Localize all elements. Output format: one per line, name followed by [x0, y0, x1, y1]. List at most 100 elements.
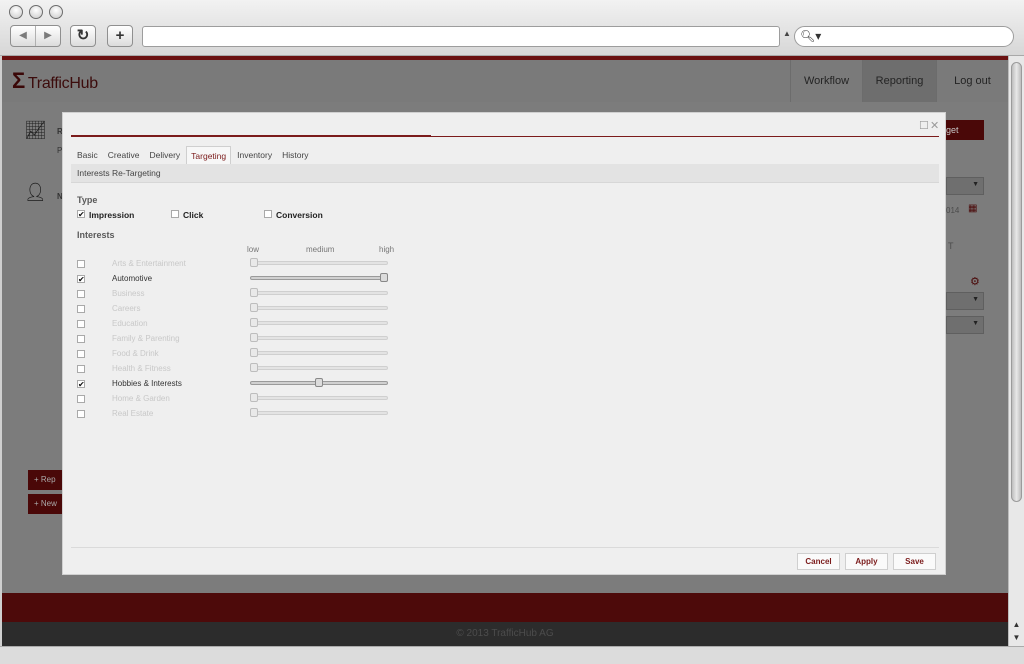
interest-label: Food & Drink [112, 349, 159, 358]
calendar-icon[interactable]: ▦ [968, 203, 977, 214]
tab-basic[interactable]: Basic [73, 146, 102, 164]
nav-reporting[interactable]: Reporting [862, 60, 936, 102]
interest-checkbox[interactable] [77, 260, 85, 268]
slider-handle[interactable] [250, 258, 258, 267]
bg-select-3[interactable]: ▼ [946, 316, 984, 334]
reload-icon[interactable]: ↻ [70, 25, 96, 47]
interest-checkbox[interactable] [77, 410, 85, 418]
interest-level-slider[interactable] [250, 336, 388, 340]
interest-checkbox[interactable] [77, 305, 85, 313]
search-icon: 🔍︎▾ [800, 29, 822, 43]
interest-label: Health & Fitness [112, 364, 171, 373]
window-close-dot[interactable] [9, 5, 23, 19]
cancel-button[interactable]: Cancel [797, 553, 840, 570]
interest-level-slider[interactable] [250, 276, 388, 280]
interest-label: Education [112, 319, 148, 328]
tab-targeting[interactable]: Targeting [186, 146, 232, 164]
interest-level-slider[interactable] [250, 351, 388, 355]
interest-level-slider[interactable] [250, 396, 388, 400]
interest-label: Business [112, 289, 145, 298]
slider-handle[interactable] [380, 273, 388, 282]
impression-checkbox[interactable]: ✔ [77, 210, 85, 219]
slider-handle[interactable] [250, 348, 258, 357]
chart-icon: 📈︎ [24, 120, 47, 140]
scrollbar-thumb[interactable] [1011, 62, 1022, 502]
bg-select-2[interactable]: ▼ [946, 292, 984, 310]
interest-checkbox[interactable]: ✔ [77, 275, 85, 284]
click-label: Click [183, 210, 204, 220]
footer-copyright: © 2013 TrafficHub AG [2, 622, 1008, 646]
slider-handle[interactable] [250, 303, 258, 312]
interest-checkbox[interactable] [77, 395, 85, 403]
interest-level-slider[interactable] [250, 411, 388, 415]
window-bottom-bar [0, 646, 1024, 664]
interest-level-slider[interactable] [250, 306, 388, 310]
interest-label: Family & Parenting [112, 334, 180, 343]
slider-handle[interactable] [250, 393, 258, 402]
bg-add-new-button[interactable]: + New [28, 494, 64, 514]
nav-workflow[interactable]: Workflow [790, 60, 862, 102]
bg-date-value: 014 [946, 206, 960, 215]
slider-handle[interactable] [250, 288, 258, 297]
app-logo[interactable]: Σ TrafficHub [12, 68, 98, 94]
url-input[interactable] [142, 26, 780, 47]
slider-handle[interactable] [250, 363, 258, 372]
url-dropdown-icon[interactable]: ▲ [783, 29, 791, 38]
interest-checkbox[interactable] [77, 350, 85, 358]
maximize-icon[interactable]: ☐ [919, 119, 929, 132]
window-zoom-dot[interactable] [49, 5, 63, 19]
window-minimize-dot[interactable] [29, 5, 43, 19]
history-nav: ◀ ▶ [10, 25, 61, 47]
interest-label: Careers [112, 304, 141, 313]
interest-level-slider[interactable] [250, 321, 388, 325]
scale-high-label: high [379, 245, 395, 254]
tab-history[interactable]: History [278, 146, 312, 164]
interest-level-slider[interactable] [250, 261, 388, 265]
slider-handle[interactable] [315, 378, 323, 387]
click-checkbox[interactable] [171, 210, 179, 218]
check-icon: ✔ [78, 210, 85, 219]
browser-search-input[interactable]: 🔍︎▾ [794, 26, 1014, 47]
interest-level-slider[interactable] [250, 291, 388, 295]
gear-icon[interactable]: ⚙ [970, 275, 980, 288]
interest-checkbox[interactable] [77, 335, 85, 343]
interest-checkbox[interactable] [77, 320, 85, 328]
scroll-up-icon[interactable]: ▲ [1009, 618, 1024, 632]
conversion-checkbox[interactable] [264, 210, 272, 218]
type-heading: Type [77, 195, 98, 205]
save-button[interactable]: Save [893, 553, 936, 570]
tab-inventory[interactable]: Inventory [233, 146, 276, 164]
dialog-accent-line [71, 135, 939, 137]
vertical-scrollbar[interactable]: ▲ ▼ [1008, 56, 1024, 646]
interest-level-slider[interactable] [250, 366, 388, 370]
scale-low-label: low [247, 245, 260, 254]
apply-button[interactable]: Apply [845, 553, 888, 570]
bg-target-button[interactable]: get [944, 120, 984, 140]
scale-medium-label: medium [306, 245, 335, 254]
interest-label: Arts & Entertainment [112, 259, 186, 268]
dialog-tabs: Basic Creative Delivery Targeting Invent… [73, 146, 315, 164]
scroll-down-icon[interactable]: ▼ [1009, 631, 1024, 645]
bg-letter-t: T [948, 241, 954, 251]
interests-heading: Interests [77, 230, 115, 240]
slider-handle[interactable] [250, 333, 258, 342]
interest-checkbox[interactable] [77, 365, 85, 373]
check-icon: ✔ [78, 275, 85, 284]
new-tab-icon[interactable]: + [107, 25, 133, 47]
section-title: Interests Re-Targeting [71, 164, 939, 183]
logo-mark-icon: Σ [12, 68, 25, 93]
tab-delivery[interactable]: Delivery [145, 146, 184, 164]
interest-checkbox[interactable]: ✔ [77, 380, 85, 389]
bg-add-report-button[interactable]: + Rep [28, 470, 64, 490]
forward-icon[interactable]: ▶ [36, 26, 60, 46]
browser-window: ◀ ▶ ↻ + ▲ 🔍︎▾ Σ TrafficHub Workflow Repor… [0, 0, 1024, 664]
tab-creative[interactable]: Creative [104, 146, 144, 164]
slider-handle[interactable] [250, 318, 258, 327]
interest-checkbox[interactable] [77, 290, 85, 298]
back-icon[interactable]: ◀ [11, 26, 36, 46]
close-icon[interactable]: ✕ [930, 119, 939, 132]
nav-logout[interactable]: Log out [936, 60, 1008, 102]
slider-handle[interactable] [250, 408, 258, 417]
user-icon: 👤︎ [24, 182, 47, 202]
bg-select-1[interactable]: ▼ [946, 177, 984, 195]
